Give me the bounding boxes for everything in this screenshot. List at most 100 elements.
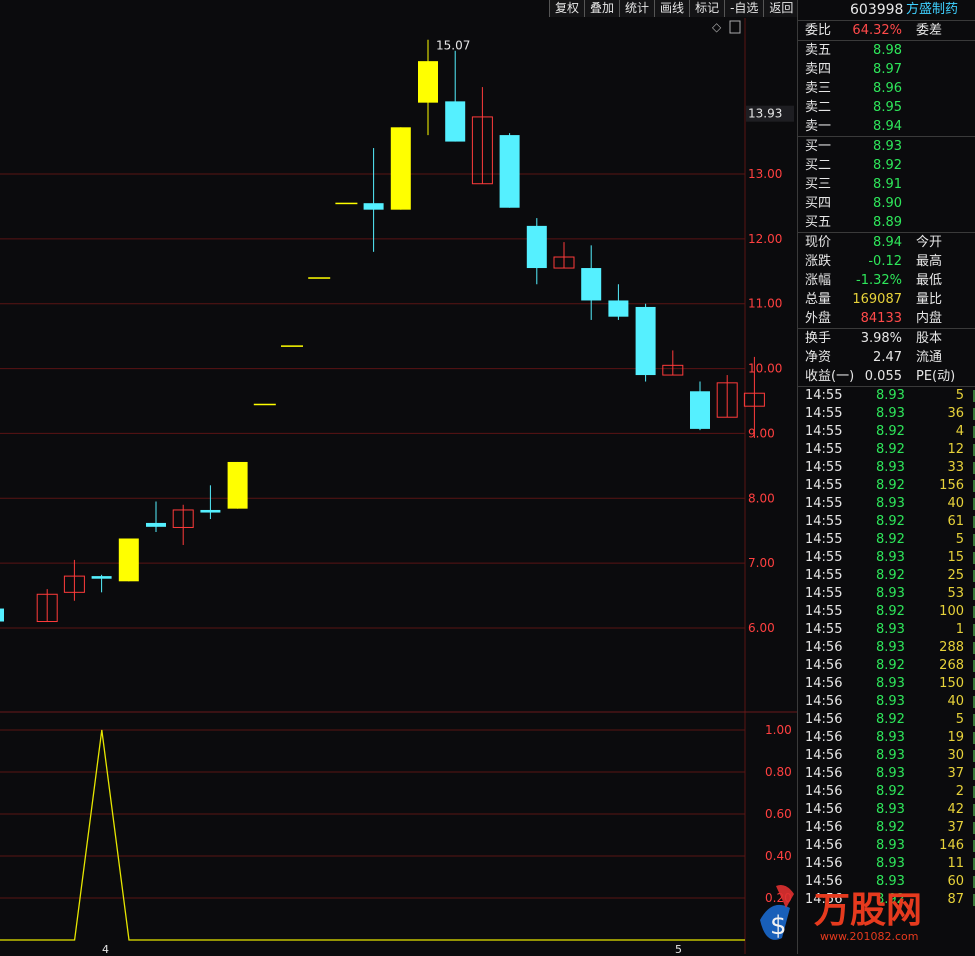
sell-level-label: 卖五 <box>805 43 832 58</box>
svg-text:$: $ <box>770 911 787 941</box>
order-ratio-row: 委比 64.32% 委差 <box>798 21 975 40</box>
candle-body <box>526 225 547 269</box>
tick-time: 14:56 <box>805 658 843 673</box>
tick-time: 14:56 <box>805 838 843 853</box>
tick-time: 14:55 <box>805 460 843 475</box>
buy-level-value: 8.91 <box>873 177 902 192</box>
candle-body <box>335 202 358 205</box>
buy-level-label: 买一 <box>805 139 832 154</box>
tick-time: 14:55 <box>805 550 843 565</box>
stock-name[interactable]: 方盛制药 <box>906 0 958 20</box>
quote-stat-row: 外盘 84133 内盘 <box>798 309 975 328</box>
toolbar-button-2[interactable]: 统计 <box>619 0 655 17</box>
tick-row: 14:56 8.92 37 <box>798 819 975 837</box>
watermark-url: www.201082.com <box>820 930 918 943</box>
tick-time: 14:56 <box>805 694 843 709</box>
fundamental-row: 收益(一) 0.055 PE(动) <box>798 367 975 386</box>
tick-time: 14:55 <box>805 496 843 511</box>
toolbar-button-1[interactable]: 叠加 <box>584 0 620 17</box>
tick-row: 14:56 8.92 2 <box>798 783 975 801</box>
sell-level-label: 卖二 <box>805 100 832 115</box>
quote-stat-value: 8.94 <box>873 235 902 250</box>
candle-body <box>253 403 276 406</box>
x-tick-label: 5 <box>675 943 682 954</box>
sell-level-value: 8.97 <box>873 62 902 77</box>
tick-list[interactable]: 14:55 8.93 5 14:55 8.93 36 14:55 8.92 4 14:55 8.92… <box>798 387 975 909</box>
fundamental-label: 收益(一) <box>805 369 855 384</box>
tick-price: 8.92 <box>876 820 905 835</box>
tick-time: 14:56 <box>805 712 843 727</box>
tick-row: 14:56 8.93 37 <box>798 765 975 783</box>
tick-volume: 37 <box>947 820 964 835</box>
tick-time: 14:55 <box>805 532 843 547</box>
toolbar-button-4[interactable]: 标记 <box>689 0 725 17</box>
tick-time: 14:55 <box>805 442 843 457</box>
quote-stat-row: 涨幅 -1.32% 最低 <box>798 271 975 290</box>
quote-stat-label2: 量比 <box>916 292 943 307</box>
tick-time: 14:55 <box>805 604 843 619</box>
order-ratio-value: 64.32% <box>852 23 902 38</box>
tick-time: 14:56 <box>805 784 843 799</box>
tick-price: 8.93 <box>876 640 905 655</box>
candle-body <box>418 61 438 103</box>
chart-toolbar: 复权 叠加 统计 画线 标记 -自选 返回 <box>549 0 800 17</box>
quote-stat-label: 现价 <box>805 235 832 250</box>
watermark-brand: 万股网 <box>814 890 922 931</box>
quote-stat-label2: 今开 <box>916 235 943 250</box>
indicator-tick-label: 1.00 <box>765 723 792 737</box>
tick-volume: 42 <box>947 802 964 817</box>
tick-row: 14:56 8.93 19 <box>798 729 975 747</box>
quote-stat-value: -1.32% <box>856 273 902 288</box>
kline-chart[interactable]: 6.00 7.00 8.00 9.00 10.00 11.00 12.00 13.00 13.9… <box>0 0 797 954</box>
candle-body <box>445 101 466 142</box>
quote-stat-label2: 最高 <box>916 254 943 269</box>
sell-level-value: 8.98 <box>873 43 902 58</box>
toolbar-button-3[interactable]: 画线 <box>654 0 690 17</box>
fundamentals: 换手 3.98% 股本 净资 2.47 流通 收益(一) 0.055 PE(动) <box>798 329 975 386</box>
candle-body <box>690 391 710 429</box>
indicator-tick-label: 0.80 <box>765 765 792 779</box>
tick-price: 8.92 <box>876 478 905 493</box>
tick-price: 8.93 <box>876 802 905 817</box>
stock-code: 603998 <box>850 2 904 18</box>
tick-price: 8.93 <box>876 388 905 403</box>
quote-stat-value: 169087 <box>852 292 902 307</box>
buy-level-label: 买四 <box>805 196 832 211</box>
tick-volume: 12 <box>947 442 964 457</box>
tick-price: 8.93 <box>876 694 905 709</box>
candle-body <box>200 509 221 513</box>
tick-row: 14:56 8.93 288 <box>798 639 975 657</box>
price-tick-label: 8.00 <box>748 491 775 505</box>
sell-level-label: 卖一 <box>805 119 832 134</box>
tick-time: 14:56 <box>805 748 843 763</box>
tick-volume: 288 <box>939 640 964 655</box>
toolbar-button-5[interactable]: -自选 <box>724 0 764 17</box>
tick-volume: 40 <box>947 694 964 709</box>
tick-price: 8.92 <box>876 712 905 727</box>
tick-volume: 146 <box>939 838 964 853</box>
tick-row: 14:55 8.93 1 <box>798 621 975 639</box>
tick-price: 8.93 <box>876 676 905 691</box>
sell-level-value: 8.95 <box>873 100 902 115</box>
tick-price: 8.93 <box>876 766 905 781</box>
stock-header: 603998 方盛制药 <box>798 0 975 21</box>
tick-price: 8.93 <box>876 550 905 565</box>
tick-price: 8.92 <box>876 532 905 547</box>
tick-volume: 5 <box>955 532 964 547</box>
candle-body <box>91 576 112 579</box>
tick-volume: 5 <box>955 712 964 727</box>
toolbar-button-6[interactable]: 返回 <box>763 0 800 17</box>
buy-level-value: 8.89 <box>873 215 902 230</box>
tick-price: 8.93 <box>876 496 905 511</box>
tick-row: 14:55 8.92 25 <box>798 567 975 585</box>
candle-body <box>0 608 4 622</box>
tick-row: 14:55 8.93 53 <box>798 585 975 603</box>
buy-level-row: 买五 8.89 <box>798 213 975 232</box>
toolbar-button-0[interactable]: 复权 <box>549 0 585 17</box>
sell-level-value: 8.96 <box>873 81 902 96</box>
tick-row: 14:55 8.92 100 <box>798 603 975 621</box>
indicator-line <box>0 729 745 941</box>
sell-level-row: 卖四 8.97 <box>798 60 975 79</box>
tick-time: 14:55 <box>805 514 843 529</box>
tick-row: 14:55 8.92 5 <box>798 531 975 549</box>
